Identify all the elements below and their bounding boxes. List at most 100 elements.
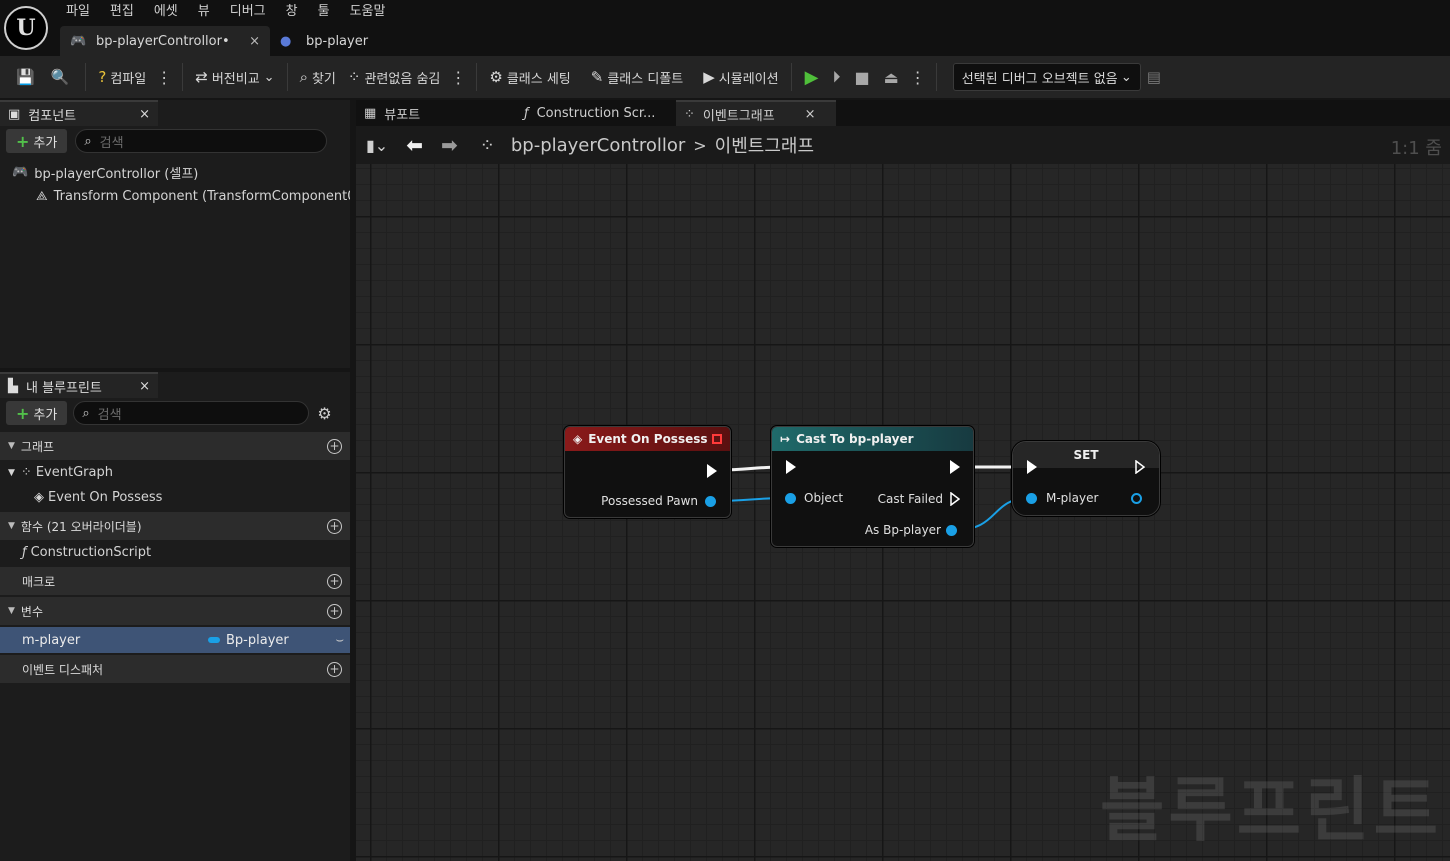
components-tab-label: 컴포넌트: [28, 108, 77, 124]
close-icon[interactable]: ×: [805, 107, 816, 122]
menu-help[interactable]: 도움말: [342, 0, 394, 24]
component-transform[interactable]: ⟁ Transform Component (TransformComponen…: [0, 184, 350, 208]
pin-object-label: Object: [804, 491, 844, 505]
tab-viewport[interactable]: ▦ 뷰포트: [356, 100, 516, 126]
compile-options-icon[interactable]: ⋮: [152, 68, 176, 87]
component-transform-label: Transform Component (TransformComponent0…: [53, 188, 350, 204]
exec-out-pin[interactable]: [950, 460, 960, 474]
section-functions-label: 함수 (21 오버라이더블): [20, 519, 142, 534]
tree-item-event-on-possess[interactable]: ◈ Event On Possess: [0, 485, 350, 510]
components-tab[interactable]: ▣ 컴포넌트 ×: [0, 100, 158, 126]
section-graphs[interactable]: ▼ 그래프 +: [0, 432, 350, 460]
debug-filter-button[interactable]: ▤: [1141, 62, 1171, 92]
add-label: 추가: [33, 407, 58, 423]
class-defaults-button[interactable]: ✎ 클래스 디폴트: [585, 62, 689, 92]
pin-object[interactable]: [785, 493, 796, 504]
menu-debug[interactable]: 디버그: [222, 0, 274, 24]
browse-button[interactable]: 🔍: [45, 62, 80, 92]
debug-object-select[interactable]: 선택된 디버그 오브젝트 없음 ⌄: [952, 63, 1141, 91]
delegate-pin-icon[interactable]: [712, 434, 722, 444]
class-settings-button[interactable]: ⚙ 클래스 세팅: [483, 62, 576, 92]
eye-closed-icon[interactable]: ⌣: [335, 633, 344, 648]
eject-icon[interactable]: ⏏: [877, 68, 906, 87]
node-event-on-possess[interactable]: ◈ Event On Possess Possessed Pawn: [564, 426, 731, 518]
unreal-logo-icon[interactable]: U: [4, 6, 48, 50]
tree-item-construction-script[interactable]: ƒ ConstructionScript: [0, 540, 350, 565]
pin-possessed-pawn[interactable]: [705, 496, 716, 507]
tab-event-graph[interactable]: ⁘ 이벤트그래프 ×: [676, 100, 836, 126]
caret-down-icon: ▼: [8, 441, 15, 451]
section-macros[interactable]: 매크로 +: [0, 567, 350, 595]
section-variables[interactable]: ▼ 변수 +: [0, 597, 350, 625]
exec-out-pin[interactable]: [707, 464, 717, 478]
menu-asset[interactable]: 에셋: [146, 0, 186, 24]
breadcrumb-root[interactable]: bp-playerControllor: [511, 135, 685, 156]
doc-tab-label: bp-player: [306, 33, 369, 49]
stop-icon[interactable]: ■: [847, 68, 876, 87]
find-button[interactable]: ⌕ 찾기: [294, 62, 342, 92]
step-icon[interactable]: ⏵: [825, 67, 847, 87]
simulation-button[interactable]: ▶ 시뮬레이션: [697, 62, 784, 92]
bookmark-icon[interactable]: ▮⌄: [366, 136, 388, 155]
diff-button[interactable]: ⇄ 버전비교 ⌄: [189, 62, 280, 92]
add-member-button[interactable]: + 추가: [6, 401, 68, 425]
exec-in-pin[interactable]: [786, 460, 796, 474]
exec-in-pin[interactable]: [1027, 460, 1037, 474]
component-self[interactable]: 🎮 bp-playerControllor (셀프): [0, 160, 350, 184]
add-circle-icon[interactable]: +: [327, 573, 342, 589]
node-event-title-bar: ◈ Event On Possess: [565, 427, 730, 451]
close-icon[interactable]: ×: [139, 107, 150, 122]
add-circle-icon[interactable]: +: [327, 518, 342, 534]
cast-icon: ↦: [780, 432, 791, 446]
hide-unrelated-button[interactable]: ⁘ 관련없음 숨김: [342, 62, 446, 92]
tree-item-eventgraph[interactable]: ▼ ⁘ EventGraph: [0, 460, 350, 485]
my-blueprint-panel: ▙ 내 블루프린트 × + 추가 ⌕ 검색 ⚙ ▼ 그래프 + ▼ ⁘ EventG…: [0, 372, 350, 861]
toolbar-divider: [85, 63, 87, 91]
variable-name: m-player: [22, 632, 81, 648]
back-arrow-icon[interactable]: ⬅: [406, 133, 423, 157]
components-panel: ▣ 컴포넌트 × + 추가 ⌕ 검색 🎮 bp-playerControllor (…: [0, 100, 350, 368]
pin-m-player-out[interactable]: [1131, 493, 1142, 504]
close-icon[interactable]: ×: [249, 34, 260, 49]
close-icon[interactable]: ×: [139, 379, 150, 394]
exec-out-pin[interactable]: [1135, 460, 1145, 474]
doc-tab-player[interactable]: ● bp-player: [270, 26, 378, 56]
variable-type[interactable]: Bp-player: [208, 633, 289, 648]
pin-m-player-in[interactable]: [1026, 493, 1037, 504]
add-circle-icon[interactable]: +: [327, 661, 342, 677]
section-dispatchers[interactable]: 이벤트 디스패처 +: [0, 655, 350, 683]
my-blueprint-tab[interactable]: ▙ 내 블루프린트 ×: [0, 372, 158, 398]
menu-window[interactable]: 창: [278, 0, 306, 24]
node-cast-to-bp-player[interactable]: ↦ Cast To bp-player Object Cast Failed A…: [771, 426, 974, 547]
tab-construction-script[interactable]: ƒ Construction Scr...: [516, 100, 676, 126]
menu-edit[interactable]: 편집: [102, 0, 142, 24]
diff-label: 버전비교: [211, 71, 260, 87]
menu-view[interactable]: 뷰: [190, 0, 218, 24]
play-icon[interactable]: ▶: [798, 67, 826, 88]
components-search-input[interactable]: ⌕ 검색: [75, 129, 328, 153]
add-circle-icon[interactable]: +: [327, 603, 342, 619]
pin-as-bp-player[interactable]: [946, 525, 957, 536]
defaults-icon: ✎: [590, 68, 604, 86]
play-options-icon[interactable]: ⋮: [906, 68, 930, 87]
node-event-title: Event On Possess: [588, 432, 708, 446]
save-button[interactable]: 💾: [10, 62, 45, 92]
node-set[interactable]: SET M-player: [1012, 441, 1160, 516]
variable-row-m-player[interactable]: m-player Bp-player ⌣: [0, 627, 350, 653]
doc-tab-controller[interactable]: 🎮 bp-playerControllor• ×: [60, 26, 270, 56]
event-icon: ◈: [34, 490, 44, 505]
more-options-icon[interactable]: ⋮: [446, 68, 470, 87]
class-settings-label: 클래스 세팅: [506, 71, 571, 87]
add-circle-icon[interactable]: +: [327, 438, 342, 454]
menu-file[interactable]: 파일: [58, 0, 98, 24]
menu-tools[interactable]: 툴: [310, 0, 338, 24]
forward-arrow-icon[interactable]: ➡: [441, 133, 458, 157]
main-toolbar: 💾 🔍 ? 컴파일 ⋮ ⇄ 버전비교 ⌄ ⌕ 찾기 ⁘ 관련없음 숨김 ⋮ ⚙ 클래스 세팅…: [0, 56, 1450, 98]
section-functions[interactable]: ▼ 함수 (21 오버라이더블) +: [0, 512, 350, 540]
add-component-button[interactable]: + 추가: [6, 129, 68, 153]
compile-button[interactable]: ? 컴파일: [92, 62, 152, 92]
my-blueprint-search-input[interactable]: ⌕ 검색: [73, 401, 310, 425]
tab-event-graph-label: 이벤트그래프: [702, 108, 775, 124]
gear-icon[interactable]: ⚙: [317, 404, 331, 423]
pin-cast-failed[interactable]: [950, 492, 960, 506]
